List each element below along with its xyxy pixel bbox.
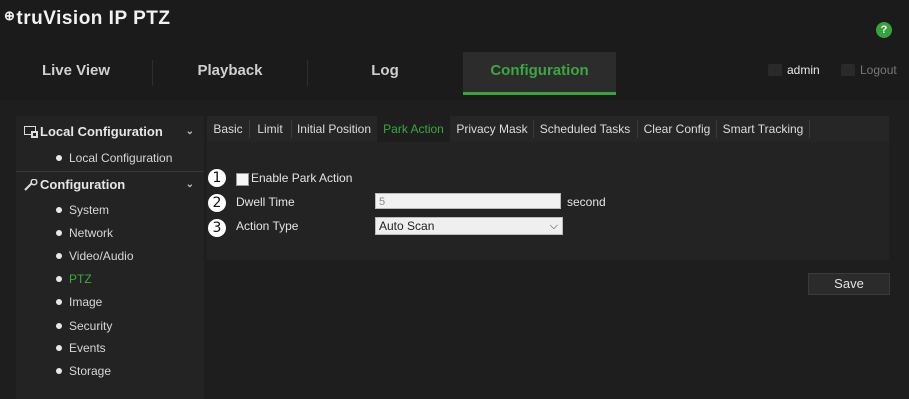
bullet-icon xyxy=(56,207,62,213)
save-button[interactable]: Save xyxy=(808,273,890,295)
sidebar-item-events[interactable]: Events xyxy=(56,338,106,358)
sidebar: Local Configuration ⌄ Local Configuratio… xyxy=(16,116,204,399)
tab-divider xyxy=(809,120,810,138)
sidebar-item-label: Local Configuration xyxy=(69,151,173,165)
username-label: admin xyxy=(787,63,820,77)
sidebar-item-storage[interactable]: Storage xyxy=(56,361,111,381)
tab-limit[interactable]: Limit xyxy=(250,116,290,142)
sidebar-item-security[interactable]: Security xyxy=(56,316,112,336)
sidebar-item-system[interactable]: System xyxy=(56,200,109,220)
logo-text: truVision IP PTZ xyxy=(16,8,171,29)
chevron-down-icon: ⌄ xyxy=(185,179,194,190)
sidebar-item-label: System xyxy=(69,203,110,217)
logo-mark-icon: ⊕ xyxy=(4,8,16,23)
nav-tab-configuration[interactable]: Configuration xyxy=(463,52,616,95)
tab-smart-tracking[interactable]: Smart Tracking xyxy=(717,116,809,142)
bullet-icon xyxy=(56,276,62,282)
sidebar-item-label: Events xyxy=(69,341,106,355)
sidebar-item-label: Network xyxy=(69,226,114,240)
tab-privacy-mask[interactable]: Privacy Mask xyxy=(451,116,533,142)
sidebar-section-title: Configuration xyxy=(40,177,126,192)
dwell-time-unit: second xyxy=(567,195,606,209)
bullet-icon xyxy=(56,345,62,351)
action-type-label: Action Type xyxy=(236,219,299,233)
sidebar-section-local-configuration[interactable]: Local Configuration ⌄ xyxy=(16,118,204,146)
sidebar-item-image[interactable]: Image xyxy=(56,292,102,312)
truvision-logo: ⊕truVision IP PTZ xyxy=(4,8,170,30)
tab-scheduled-tasks[interactable]: Scheduled Tasks xyxy=(534,116,636,142)
logout-button[interactable]: Logout xyxy=(841,63,897,77)
sidebar-item-ptz[interactable]: PTZ xyxy=(56,269,92,289)
logout-icon xyxy=(841,64,855,76)
wrench-icon xyxy=(24,179,38,191)
action-type-value: Auto Scan xyxy=(379,219,435,233)
monitor-icon xyxy=(24,126,38,138)
nav-tab-log[interactable]: Log xyxy=(308,52,462,92)
header: ⊕truVision IP PTZ ? Live View Playback L… xyxy=(0,0,909,100)
sidebar-item-label: Security xyxy=(69,319,113,333)
sidebar-item-label: PTZ xyxy=(69,272,92,286)
tab-clear-config[interactable]: Clear Config xyxy=(638,116,716,142)
tab-initial-position[interactable]: Initial Position xyxy=(292,116,376,142)
tab-park-action[interactable]: Park Action xyxy=(377,116,450,142)
sidebar-section-configuration[interactable]: Configuration ⌄ xyxy=(16,171,204,199)
tab-basic[interactable]: Basic xyxy=(208,116,248,142)
sidebar-item-label: Image xyxy=(69,295,103,309)
sidebar-section-title: Local Configuration xyxy=(40,124,163,139)
callout-badge-2: 2 xyxy=(207,193,227,213)
chevron-down-icon: ⌵ xyxy=(549,220,558,232)
bullet-icon xyxy=(56,323,62,329)
bullet-icon xyxy=(56,299,62,305)
dwell-time-label: Dwell Time xyxy=(236,195,295,209)
chevron-down-icon: ⌄ xyxy=(185,126,194,137)
sidebar-item-video-audio[interactable]: Video/Audio xyxy=(56,246,134,266)
callout-badge-1: 1 xyxy=(207,168,227,188)
sidebar-item-label: Video/Audio xyxy=(69,249,134,263)
user-icon xyxy=(768,64,782,76)
action-type-select[interactable]: Auto Scan ⌵ xyxy=(375,217,563,235)
bullet-icon xyxy=(56,230,62,236)
bullet-icon xyxy=(56,253,62,259)
bullet-icon xyxy=(56,155,62,161)
logout-label: Logout xyxy=(860,63,897,77)
sidebar-item-label: Storage xyxy=(69,364,112,378)
help-icon[interactable]: ? xyxy=(876,22,892,38)
bullet-icon xyxy=(56,368,62,374)
dwell-time-input[interactable]: 5 xyxy=(375,193,561,209)
callout-badge-3: 3 xyxy=(207,218,227,238)
sidebar-item-local-configuration[interactable]: Local Configuration xyxy=(56,148,172,168)
sidebar-item-network[interactable]: Network xyxy=(56,223,113,243)
enable-park-action-checkbox[interactable] xyxy=(236,173,249,186)
user-menu[interactable]: admin xyxy=(768,63,820,77)
nav-tab-playback[interactable]: Playback xyxy=(153,52,307,92)
enable-park-action-label: Enable Park Action xyxy=(251,171,353,185)
nav-tab-live-view[interactable]: Live View xyxy=(0,52,152,92)
